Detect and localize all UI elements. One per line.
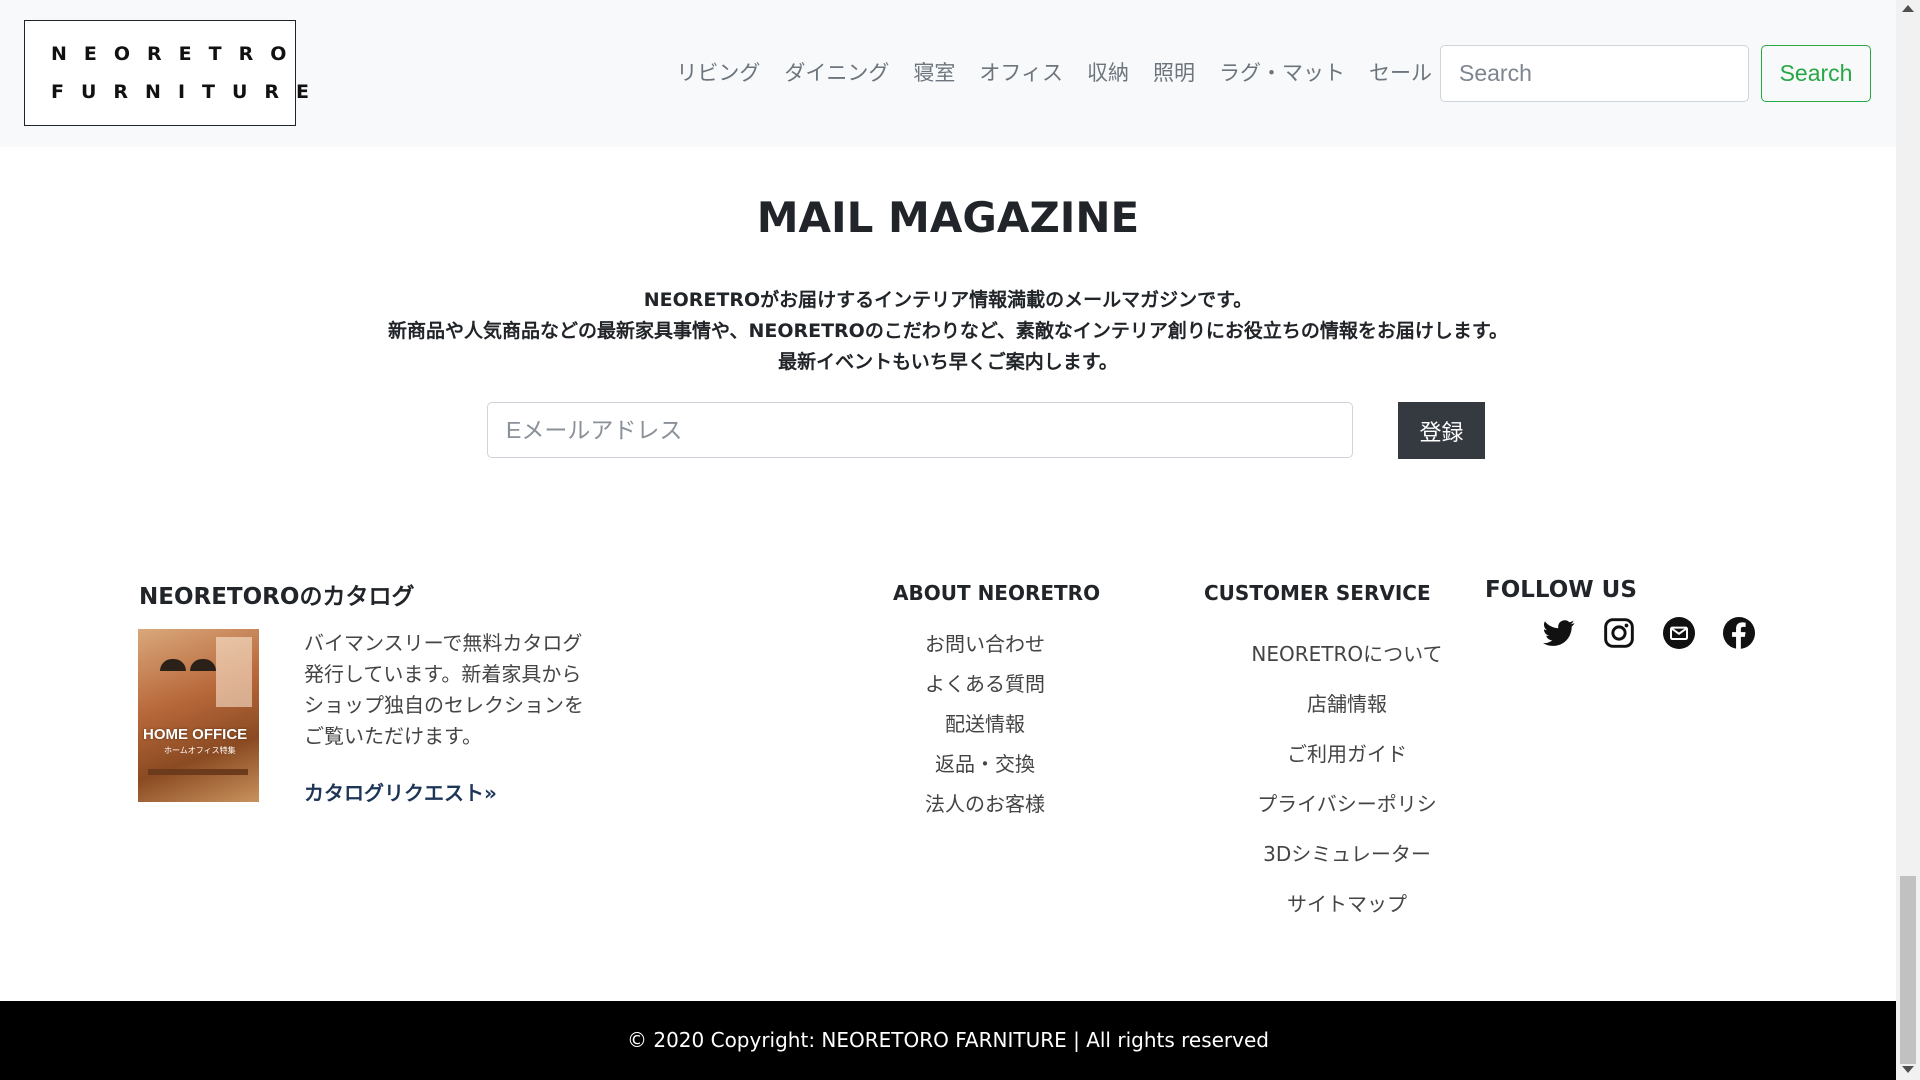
logo-line2: FURNITURE — [51, 81, 327, 103]
catalog-cover-lamp — [160, 659, 186, 671]
subscribe-button[interactable]: 登録 — [1398, 402, 1485, 459]
page-scrollbar[interactable] — [1896, 0, 1920, 1080]
catalog-cover-table — [148, 769, 248, 775]
cs-link-privacy[interactable]: プライバシーポリシ — [1229, 779, 1465, 829]
mail-magazine-description: NEORETROがお届けするインテリア情報満載のメールマガジンです。 新商品や人… — [0, 285, 1896, 378]
about-link-contact[interactable]: お問い合わせ — [880, 624, 1090, 664]
twitter-icon[interactable] — [1543, 617, 1575, 649]
main-nav: リビング ダイニング 寝室 オフィス 収納 照明 ラグ・マット セール — [676, 57, 1432, 87]
about-link-corporate[interactable]: 法人のお客様 — [880, 784, 1090, 824]
mail-icon[interactable] — [1663, 617, 1695, 649]
nav-item-dining[interactable]: ダイニング — [784, 57, 889, 87]
nav-item-rugs[interactable]: ラグ・マット — [1219, 57, 1345, 87]
catalog-cover-caption: HOME OFFICE — [143, 726, 248, 743]
customer-service-title: CUSTOMER SERVICE — [1204, 581, 1431, 605]
about-link-shipping[interactable]: 配送情報 — [880, 704, 1090, 744]
about-links: お問い合わせ よくある質問 配送情報 返品・交換 法人のお客様 — [880, 624, 1090, 824]
nav-item-bedroom[interactable]: 寝室 — [913, 57, 955, 87]
scroll-up-arrow-icon[interactable] — [1902, 5, 1914, 12]
nav-item-living[interactable]: リビング — [676, 57, 760, 87]
instagram-icon[interactable] — [1603, 617, 1635, 649]
nav-item-sale[interactable]: セール — [1369, 57, 1432, 87]
cs-link-stores[interactable]: 店舗情報 — [1229, 679, 1465, 729]
catalog-title: NEORETOROのカタログ — [139, 584, 415, 610]
cs-link-about[interactable]: NEORETROについて — [1229, 629, 1465, 679]
brand-logo[interactable]: NEORETRO FURNITURE — [24, 20, 309, 126]
scroll-down-arrow-icon[interactable] — [1902, 1066, 1914, 1073]
navbar: NEORETRO FURNITURE リビング ダイニング 寝室 オフィス 収納… — [0, 0, 1896, 147]
nav-item-lighting[interactable]: 照明 — [1153, 57, 1195, 87]
nav-item-office[interactable]: オフィス — [979, 57, 1063, 87]
facebook-icon[interactable] — [1723, 617, 1755, 649]
nav-item-storage[interactable]: 収納 — [1087, 57, 1129, 87]
copyright-bar: © 2020 Copyright: NEORETORO FARNITURE | … — [0, 1001, 1896, 1080]
email-field[interactable] — [487, 402, 1353, 458]
mail-magazine-desc-line2: 新商品や人気商品などの最新家具事情や、NEORETROのこだわりなど、素敵なイン… — [388, 320, 1508, 342]
about-title: ABOUT NEORETRO — [893, 581, 1101, 605]
catalog-cover-image[interactable]: HOME OFFICE ホームオフィス特集 — [138, 629, 259, 802]
catalog-request-link[interactable]: カタログリクエスト» — [304, 777, 497, 806]
catalog-description: バイマンスリーで無料カタログ発行しています。新着家具からショップ独自のセレクショ… — [304, 631, 584, 748]
search-button[interactable]: Search — [1761, 45, 1871, 102]
logo-line1: NEORETRO — [51, 43, 304, 65]
customer-service-links: NEORETROについて 店舗情報 ご利用ガイド プライバシーポリシ 3Dシミュ… — [1229, 629, 1465, 929]
about-link-faq[interactable]: よくある質問 — [880, 664, 1090, 704]
mail-magazine-desc-line3: 最新イベントもいち早くご案内します。 — [778, 351, 1118, 373]
cs-link-3d-simulator[interactable]: 3Dシミュレーター — [1229, 829, 1465, 879]
cs-link-guide[interactable]: ご利用ガイド — [1229, 729, 1465, 779]
mail-magazine-desc-line1: NEORETROがお届けするインテリア情報満載のメールマガジンです。 — [643, 289, 1253, 311]
catalog-cover-window — [216, 637, 252, 707]
search-input[interactable] — [1440, 45, 1749, 102]
about-link-returns[interactable]: 返品・交換 — [880, 744, 1090, 784]
cs-link-sitemap[interactable]: サイトマップ — [1229, 879, 1465, 929]
scroll-thumb[interactable] — [1900, 876, 1916, 1064]
mail-magazine-title: MAIL MAGAZINE — [756, 193, 1140, 242]
catalog-cover-lamp — [190, 659, 216, 671]
follow-us-title: FOLLOW US — [1485, 577, 1637, 603]
catalog-cover-subcaption: ホームオフィス特集 — [164, 746, 236, 755]
